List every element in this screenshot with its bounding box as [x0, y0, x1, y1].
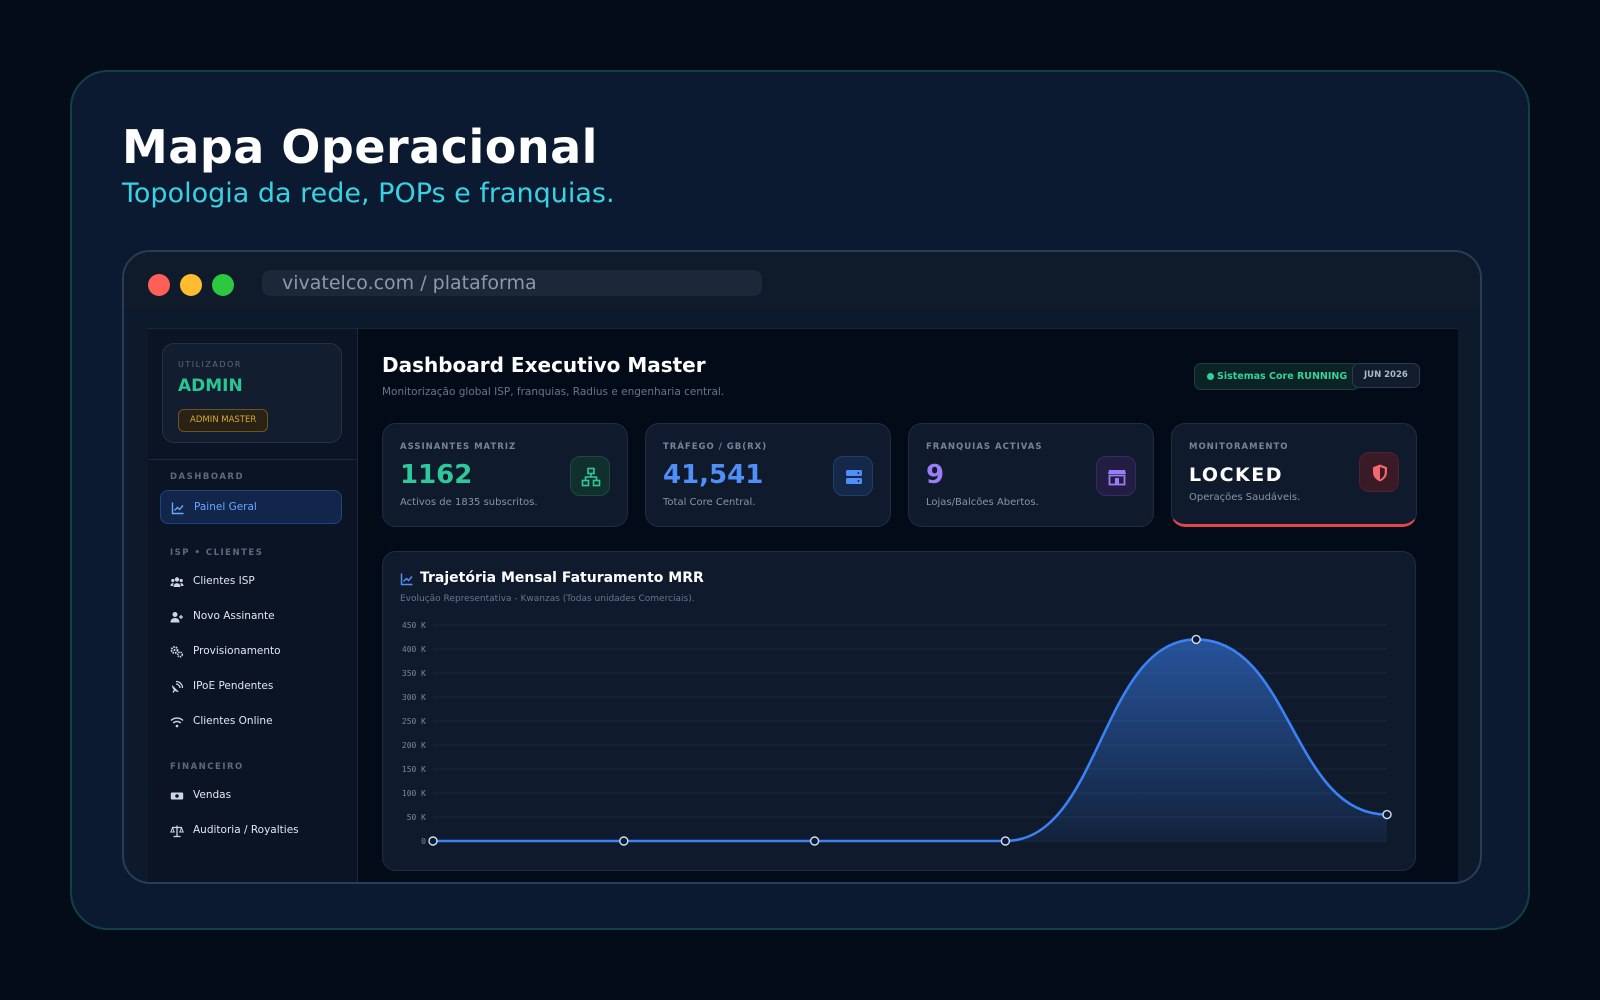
kpi-note: Total Core Central. [663, 497, 756, 508]
wifi-icon [170, 717, 184, 728]
mrr-chart-card: Trajetória Mensal Faturamento MRR Evoluç… [382, 551, 1416, 871]
data-point[interactable] [1382, 809, 1392, 820]
window-minimize-dot[interactable] [180, 274, 202, 296]
users-icon [170, 577, 184, 587]
kpi-value: 1162 [400, 460, 473, 490]
sidebar-divider [148, 459, 357, 460]
sidebar-item-auditoria-royalties[interactable]: Auditoria / Royalties [160, 814, 342, 848]
user-label: UTILIZADOR [178, 360, 242, 369]
y-tick-label: 350 K [402, 669, 426, 678]
y-tick-label: 300 K [402, 693, 426, 702]
sidebar-item-label: Provisionamento [193, 645, 281, 657]
money-bill-icon [170, 792, 184, 800]
data-point[interactable] [428, 836, 438, 846]
main-content: Dashboard Executivo Master Monitorização… [358, 329, 1458, 882]
user-card: UTILIZADOR ADMIN ADMIN MASTER [162, 343, 342, 443]
sidebar-item-ipoe-pendentes[interactable]: IPoE Pendentes [160, 670, 342, 704]
kpi-note: Operações Saudáveis. [1189, 492, 1301, 503]
sidebar-item-painel-geral[interactable]: Painel Geral [160, 490, 342, 524]
sidebar-item-clientes-online[interactable]: Clientes Online [160, 705, 342, 739]
kpi-label: FRANQUIAS ACTIVAS [926, 442, 1043, 452]
y-tick-label: 100 K [402, 789, 426, 798]
kpi-label: MONITORAMENTO [1189, 442, 1289, 452]
kpi-card-monitoramento: MONITORAMENTO LOCKED Operações Saudáveis… [1171, 423, 1417, 527]
sidebar-item-vendas[interactable]: Vendas [160, 779, 342, 813]
kpi-card-franquias: FRANQUIAS ACTIVAS 9 Lojas/Balcões Aberto… [908, 423, 1154, 527]
kpi-note: Activos de 1835 subscritos. [400, 497, 538, 508]
y-tick-label: 200 K [402, 741, 426, 750]
y-tick-label: 250 K [402, 717, 426, 726]
store-icon [1108, 470, 1126, 486]
sidebar-item-label: Painel Geral [194, 501, 257, 513]
hero-subtitle: Topologia da rede, POPs e franquias. [122, 178, 615, 209]
status-badge: Sistemas Core RUNNING [1194, 363, 1361, 390]
satellite-dish-icon [172, 680, 184, 693]
data-point[interactable] [809, 836, 820, 846]
sidebar-item-label: Auditoria / Royalties [193, 824, 299, 836]
kpi-value: LOCKED [1189, 464, 1283, 486]
kpi-label: TRÁFEGO / GB(RX) [663, 442, 768, 452]
kpi-value: 41,541 [663, 460, 764, 490]
kpi-note: Lojas/Balcões Abertos. [926, 497, 1039, 508]
kpi-icon-box [1359, 452, 1399, 492]
network-icon [581, 467, 601, 487]
sidebar-item-clientes-isp[interactable]: Clientes ISP [160, 565, 342, 599]
sidebar-item-novo-assinante[interactable]: Novo Assinante [160, 600, 342, 634]
chart-line-icon [171, 502, 184, 515]
window-close-dot[interactable] [148, 274, 170, 296]
sidebar-item-label: Clientes Online [193, 715, 273, 727]
kpi-icon-box [570, 456, 610, 496]
y-tick-label: 50 K [407, 813, 426, 822]
hero-title: Mapa Operacional [122, 120, 598, 174]
browser-chrome: vivatelco.com / plataforma [124, 252, 1480, 308]
hero-card: Mapa Operacional Topologia da rede, POPs… [70, 70, 1530, 930]
y-tick-label: 0 [421, 837, 426, 846]
kpi-value: 9 [926, 460, 945, 490]
shield-icon [1373, 464, 1387, 482]
kpi-icon-box [1096, 456, 1136, 496]
data-point[interactable] [619, 836, 629, 846]
data-point[interactable] [1191, 634, 1201, 645]
role-badge: ADMIN MASTER [178, 409, 269, 432]
user-name: ADMIN [178, 376, 243, 396]
kpi-card-assinantes: ASSINANTES MATRIZ 1162 Activos de 1835 s… [382, 423, 628, 527]
sidebar-item-label: IPoE Pendentes [193, 680, 274, 692]
sidebar-item-provisionamento[interactable]: Provisionamento [160, 635, 342, 669]
data-point[interactable] [1000, 836, 1011, 846]
y-tick-label: 450 K [402, 621, 426, 630]
section-isp-clientes: ISP • CLIENTES [170, 548, 264, 558]
server-icon [846, 470, 862, 484]
browser-window: vivatelco.com / plataforma UTILIZADOR AD… [122, 250, 1482, 884]
y-tick-label: 150 K [402, 765, 426, 774]
section-financeiro: FINANCEIRO [170, 762, 244, 772]
user-plus-icon [170, 612, 183, 623]
page-subtitle: Monitorização global ISP, franquias, Rad… [382, 386, 725, 398]
address-bar[interactable]: vivatelco.com / plataforma [262, 270, 762, 296]
series-area [433, 639, 1387, 841]
window-maximize-dot[interactable] [212, 274, 234, 296]
period-badge[interactable]: JUN 2026 [1352, 363, 1420, 388]
page-title: Dashboard Executivo Master [382, 353, 706, 377]
sidebar-item-label: Novo Assinante [193, 610, 275, 622]
kpi-label: ASSINANTES MATRIZ [400, 442, 517, 452]
section-dashboard: DASHBOARD [170, 472, 245, 482]
sidebar-item-label: Clientes ISP [193, 575, 255, 587]
kpi-icon-box [833, 456, 873, 496]
sidebar-item-label: Vendas [193, 789, 232, 801]
kpi-card-trafego: TRÁFEGO / GB(RX) 41,541 Total Core Centr… [645, 423, 891, 527]
app-viewport: UTILIZADOR ADMIN ADMIN MASTER DASHBOARD … [148, 328, 1458, 882]
scale-balance-icon [170, 825, 184, 838]
sidebar: UTILIZADOR ADMIN ADMIN MASTER DASHBOARD … [148, 329, 358, 882]
mrr-chart: 0 50 K 100 K 150 K 200 K 250 K 300 K 350 K 400 K… [402, 621, 1392, 846]
gears-icon [170, 646, 184, 658]
y-tick-label: 400 K [402, 645, 426, 654]
